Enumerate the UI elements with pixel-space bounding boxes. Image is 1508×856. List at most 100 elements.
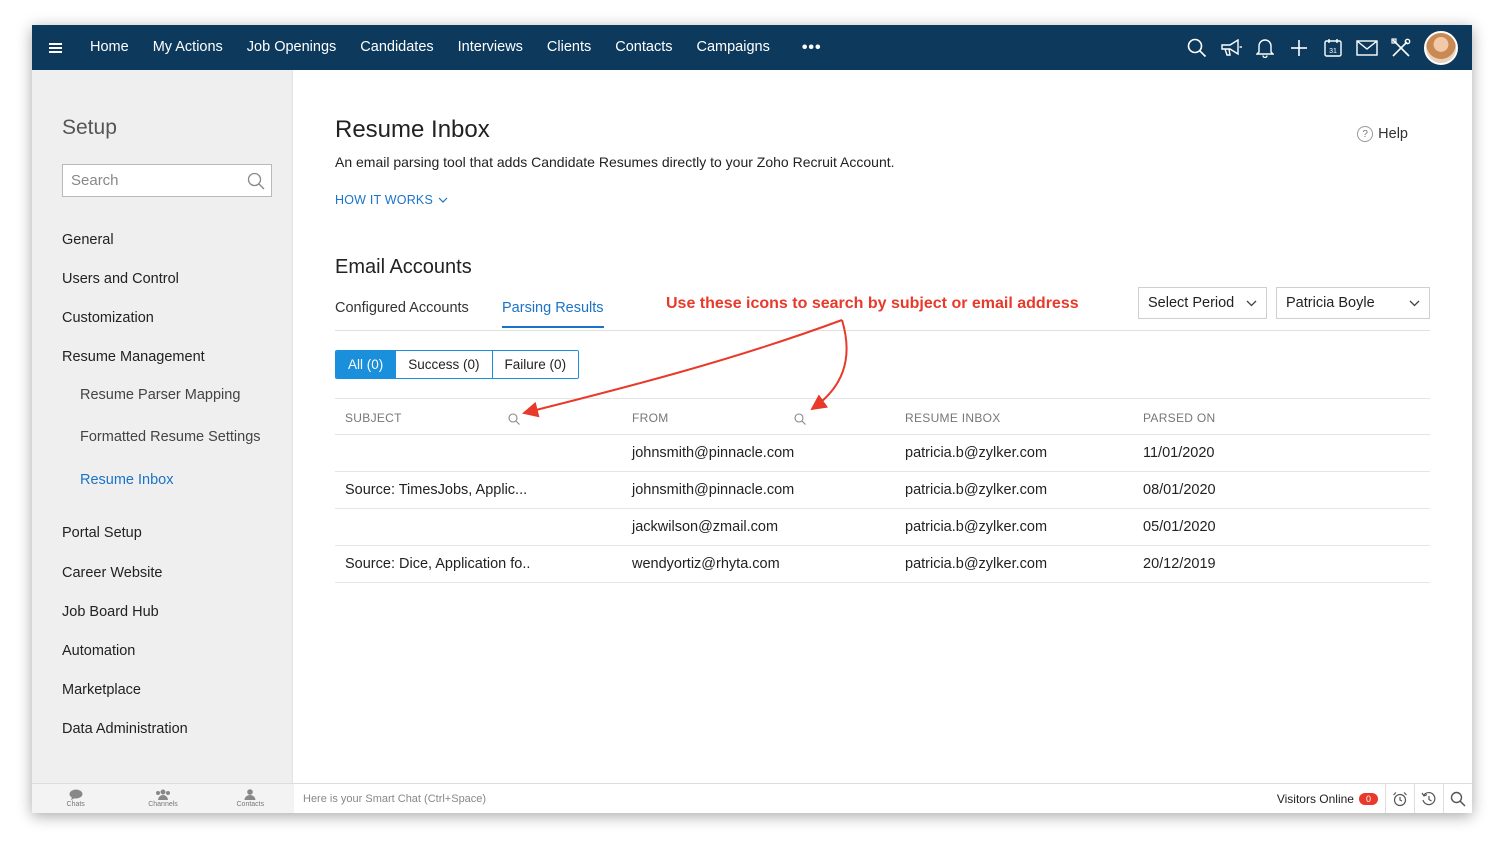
nav-home[interactable]: Home [78, 25, 141, 70]
cell-parsed-on: 20/12/2019 [1143, 556, 1216, 572]
help-label: Help [1378, 126, 1408, 142]
nav-job-openings[interactable]: Job Openings [235, 25, 348, 70]
cell-from: johnsmith@pinnacle.com [632, 445, 795, 461]
help-link[interactable]: ? Help [1357, 126, 1408, 142]
mail-icon[interactable] [1350, 25, 1384, 70]
nav-icon-group: 31 [1180, 25, 1472, 70]
sidebar-item-resume-parser-mapping[interactable]: Resume Parser Mapping [80, 387, 240, 403]
sidebar-item-automation[interactable]: Automation [62, 643, 135, 659]
sidebar-item-career-website[interactable]: Career Website [62, 565, 162, 581]
plus-icon[interactable] [1282, 25, 1316, 70]
megaphone-icon[interactable] [1214, 25, 1248, 70]
sidebar-item-general[interactable]: General [62, 232, 114, 248]
bottom-tab-contacts[interactable]: Contacts [207, 784, 294, 813]
col-subject: SUBJECT [345, 411, 402, 425]
cell-resume-inbox: patricia.b@zylker.com [905, 445, 1048, 461]
annotation-callout: Use these icons to search by subject or … [666, 295, 1079, 312]
visitors-count-badge: 0 [1358, 793, 1378, 805]
smart-chat-input[interactable]: Here is your Smart Chat (Ctrl+Space) [303, 793, 486, 805]
annotation-arrow-from [810, 319, 848, 411]
cell-resume-inbox: patricia.b@zylker.com [905, 482, 1048, 498]
sidebar-item-job-board-hub[interactable]: Job Board Hub [62, 604, 159, 620]
section-title: Email Accounts [335, 256, 472, 278]
sidebar-item-formatted-resume-settings[interactable]: Formatted Resume Settings [80, 429, 261, 445]
search-icon[interactable] [1180, 25, 1214, 70]
cell-parsed-on: 11/01/2020 [1143, 445, 1215, 461]
cell-parsed-on: 08/01/2020 [1143, 482, 1216, 498]
nav-my-actions[interactable]: My Actions [141, 25, 235, 70]
hamburger-menu-icon[interactable] [32, 25, 78, 70]
how-it-works-label: HOW IT WORKS [335, 193, 433, 207]
col-from: FROM [632, 411, 669, 425]
nav-interviews[interactable]: Interviews [446, 25, 535, 70]
nav-candidates[interactable]: Candidates [348, 25, 445, 70]
table-header: SUBJECT FROM RESUME INBOX PARSED ON [335, 398, 1430, 435]
tools-icon[interactable] [1384, 25, 1418, 70]
sidebar-search-box [62, 164, 272, 197]
chevron-down-icon [438, 197, 448, 203]
chat-bubble-icon [69, 789, 83, 800]
bottom-bar: Chats Channels Contacts Here is your Sma… [32, 783, 1472, 813]
sidebar-item-users-and-control[interactable]: Users and Control [62, 271, 179, 287]
help-icon: ? [1357, 126, 1374, 142]
chevron-down-icon [1409, 300, 1420, 307]
top-nav: Home My Actions Job Openings Candidates … [32, 25, 1472, 70]
bottom-tab-label: Chats [66, 801, 85, 808]
cell-parsed-on: 05/01/2020 [1143, 519, 1216, 535]
table-row[interactable]: johnsmith@pinnacle.com patricia.b@zylker… [335, 435, 1430, 472]
col-resume-inbox: RESUME INBOX [905, 411, 1001, 425]
search-icon[interactable] [247, 172, 265, 195]
calendar-icon[interactable]: 31 [1316, 25, 1350, 70]
tab-parsing-results[interactable]: Parsing Results [502, 300, 604, 328]
setup-sidebar: Setup General Users and Control Customiz… [32, 70, 293, 783]
col-parsed-on: PARSED ON [1143, 411, 1216, 425]
svg-text:31: 31 [1329, 48, 1337, 55]
search-icon[interactable] [1443, 784, 1472, 813]
bell-icon[interactable] [1248, 25, 1282, 70]
bottom-tab-channels[interactable]: Channels [119, 784, 206, 813]
nav-contacts[interactable]: Contacts [603, 25, 684, 70]
cell-from: jackwilson@zmail.com [632, 519, 779, 535]
user-select-value: Patricia Boyle [1286, 295, 1375, 311]
bottom-tab-label: Channels [148, 801, 178, 808]
cell-resume-inbox: patricia.b@zylker.com [905, 556, 1048, 572]
page-title: Resume Inbox [335, 116, 490, 143]
visitors-label: Visitors Online [1276, 792, 1354, 806]
cell-subject: Source: Dice, Application fo.. [345, 556, 531, 572]
table-row[interactable]: jackwilson@zmail.com patricia.b@zylker.c… [335, 509, 1430, 546]
nav-campaigns[interactable]: Campaigns [684, 25, 781, 70]
filter-failure[interactable]: Failure (0) [491, 351, 579, 378]
from-search-icon[interactable] [794, 412, 806, 430]
filter-success[interactable]: Success (0) [395, 351, 492, 378]
subject-search-icon[interactable] [508, 412, 520, 430]
chevron-down-icon [1246, 300, 1257, 307]
sidebar-item-marketplace[interactable]: Marketplace [62, 682, 141, 698]
how-it-works-link[interactable]: HOW IT WORKS [335, 193, 448, 207]
cell-resume-inbox: patricia.b@zylker.com [905, 519, 1048, 535]
user-avatar[interactable] [1424, 30, 1458, 65]
tab-configured-accounts[interactable]: Configured Accounts [335, 300, 469, 326]
sidebar-item-resume-inbox[interactable]: Resume Inbox [80, 472, 174, 488]
visitors-online[interactable]: Visitors Online 0 [1277, 792, 1378, 806]
sidebar-item-customization[interactable]: Customization [62, 310, 154, 326]
page-description: An email parsing tool that adds Candidat… [335, 154, 895, 170]
app-window: Home My Actions Job Openings Candidates … [32, 25, 1472, 813]
period-select-value: Select Period [1148, 295, 1235, 311]
bottom-icon-group [1385, 784, 1472, 813]
table-row[interactable]: Source: Dice, Application fo.. wendyorti… [335, 546, 1430, 583]
sidebar-search-input[interactable] [63, 165, 233, 196]
bottom-tab-chats[interactable]: Chats [32, 784, 119, 813]
sidebar-item-portal-setup[interactable]: Portal Setup [62, 525, 142, 541]
sidebar-item-data-administration[interactable]: Data Administration [62, 721, 188, 737]
period-select[interactable]: Select Period [1138, 287, 1267, 319]
nav-clients[interactable]: Clients [535, 25, 603, 70]
table-row[interactable]: Source: TimesJobs, Applic... johnsmith@p… [335, 472, 1430, 509]
nav-more-icon[interactable]: ••• [782, 39, 842, 57]
filter-all[interactable]: All (0) [336, 351, 396, 378]
alarm-clock-icon[interactable] [1385, 784, 1414, 813]
bottom-tab-label: Contacts [236, 801, 265, 808]
user-select[interactable]: Patricia Boyle [1276, 287, 1430, 319]
cell-from: johnsmith@pinnacle.com [632, 482, 795, 498]
sidebar-item-resume-management[interactable]: Resume Management [62, 349, 205, 365]
history-icon[interactable] [1414, 784, 1443, 813]
